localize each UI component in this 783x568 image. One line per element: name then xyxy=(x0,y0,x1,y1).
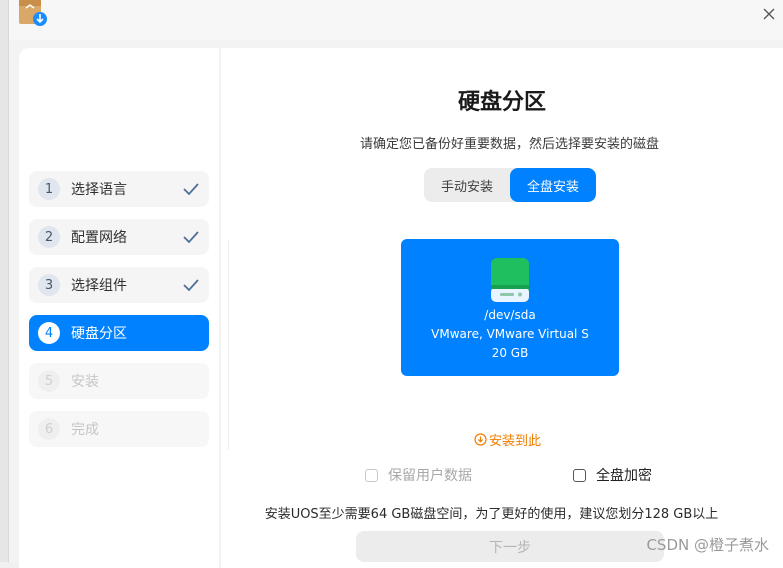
page-title: 硬盘分区 xyxy=(457,90,546,115)
window-left-edge xyxy=(0,0,9,562)
checkmark-icon xyxy=(183,231,199,244)
disk-card-sda[interactable]: /dev/sda VMware, VMware Virtual S 20 GB xyxy=(401,239,619,376)
step-label: 完成 xyxy=(71,422,99,438)
step-label: 选择组件 xyxy=(71,278,127,294)
checkmark-icon xyxy=(183,279,199,292)
full-disk-install-tab[interactable]: 全盘安装 xyxy=(510,168,596,202)
step-number: 2 xyxy=(38,226,60,248)
step-select-components[interactable]: 3 选择组件 xyxy=(29,267,209,303)
install-here-indicator: 安装到此 xyxy=(474,430,541,449)
step-label: 安装 xyxy=(71,374,99,390)
installer-app-icon xyxy=(18,0,48,28)
step-number: 3 xyxy=(38,274,60,296)
steps-sidebar xyxy=(19,48,219,568)
full-disk-encrypt-checkbox[interactable] xyxy=(573,468,586,482)
step-install: 5 安装 xyxy=(29,363,209,399)
panel-separator xyxy=(228,240,233,450)
step-configure-network[interactable]: 2 配置网络 xyxy=(29,219,209,255)
step-number: 5 xyxy=(38,370,60,392)
keep-user-data-checkbox[interactable] xyxy=(365,468,378,482)
step-number: 4 xyxy=(38,322,60,344)
full-disk-encrypt-option[interactable]: 全盘加密 xyxy=(573,465,652,485)
step-finish: 6 完成 xyxy=(29,411,209,447)
install-here-label: 安装到此 xyxy=(489,434,542,449)
close-icon xyxy=(763,8,775,20)
step-number: 1 xyxy=(38,178,60,200)
install-mode-switch: 手动安装 全盘安装 xyxy=(424,168,596,202)
installer-window: 1 选择语言 2 配置网络 3 选择组件 4 硬盘分区 5 安装 6 完成 硬盘… xyxy=(0,0,783,568)
disk-size: 20 GB xyxy=(491,346,529,360)
disk-model: VMware, VMware Virtual S xyxy=(431,327,589,341)
hard-disk-icon xyxy=(491,258,529,302)
close-window-button[interactable] xyxy=(759,4,779,24)
step-label: 配置网络 xyxy=(71,230,127,246)
step-disk-partition[interactable]: 4 硬盘分区 xyxy=(29,315,209,351)
full-disk-encrypt-label: 全盘加密 xyxy=(596,468,652,484)
step-label: 硬盘分区 xyxy=(71,326,127,342)
keep-user-data-option[interactable]: 保留用户数据 xyxy=(365,465,472,485)
keep-user-data-label: 保留用户数据 xyxy=(388,468,472,484)
manual-install-tab[interactable]: 手动安装 xyxy=(424,168,510,202)
disk-space-note: 安装UOS至少需要64 GB磁盘空间，为了更好的使用，建议您划分128 GB以上 xyxy=(264,507,719,522)
checkmark-icon xyxy=(183,183,199,196)
watermark: CSDN @橙子煮水 xyxy=(646,536,769,554)
page-subtitle: 请确定您已备份好重要数据，然后选择要安装的磁盘 xyxy=(359,137,659,152)
title-bar xyxy=(9,0,783,40)
step-label: 选择语言 xyxy=(71,182,127,198)
disk-path: /dev/sda xyxy=(484,308,536,322)
step-number: 6 xyxy=(38,418,60,440)
download-circle-icon xyxy=(474,433,487,446)
next-button[interactable]: 下一步 xyxy=(356,531,664,562)
step-select-language[interactable]: 1 选择语言 xyxy=(29,171,209,207)
